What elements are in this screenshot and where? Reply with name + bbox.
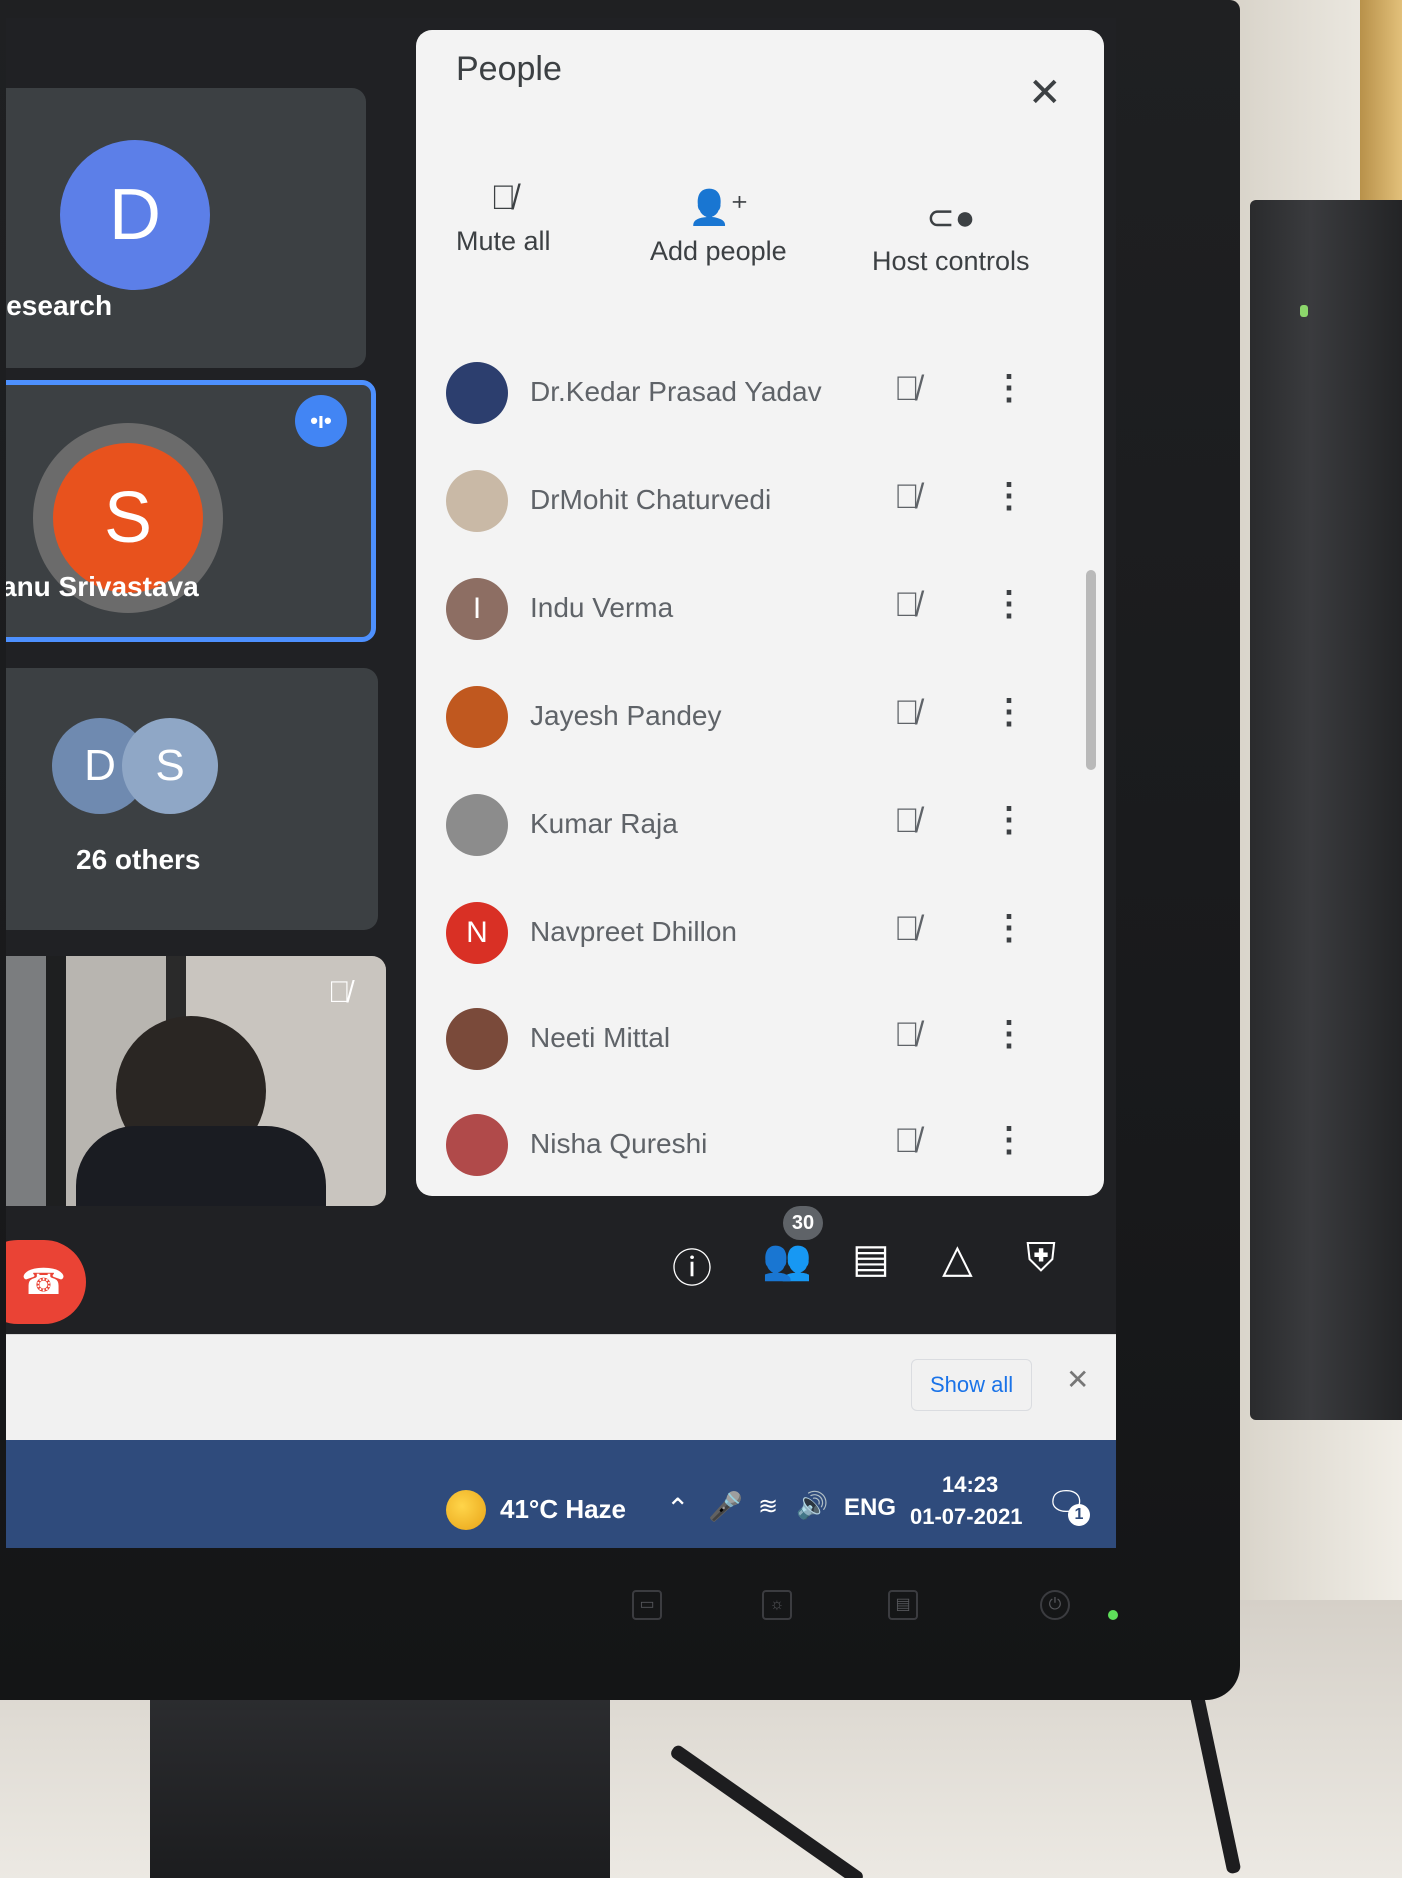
participant-name: Indu Verma bbox=[530, 592, 674, 623]
monitor-screen: D Research S •ı• anu Srivastava D S 26 o… bbox=[6, 18, 1116, 1548]
people-count-badge: 30 bbox=[783, 1206, 823, 1240]
volume-icon[interactable]: 🔊 bbox=[796, 1490, 828, 1521]
monitor-bezel: ▭ ☼ ▤ ⏻ D Research S •ı• anu Srivastava … bbox=[0, 0, 1240, 1700]
mic-off-icon[interactable]: 🎙̸ bbox=[894, 694, 920, 733]
tower-led bbox=[1300, 305, 1308, 317]
participant-tile-others[interactable]: D S 26 others bbox=[6, 668, 378, 930]
avatar: N bbox=[446, 902, 508, 964]
chat-icon[interactable]: ▤ bbox=[852, 1236, 890, 1282]
avatar: D bbox=[60, 140, 210, 290]
monitor-stand bbox=[150, 1700, 610, 1878]
clock-date[interactable]: 01-07-2021 bbox=[910, 1504, 1023, 1530]
more-options-icon[interactable]: ⋮ bbox=[992, 1014, 1026, 1054]
close-icon[interactable]: ✕ bbox=[1066, 1363, 1089, 1396]
avatar bbox=[446, 686, 508, 748]
host-shield-icon[interactable]: ⛨ bbox=[1026, 1236, 1056, 1281]
more-options-icon[interactable]: ⋮ bbox=[992, 1120, 1026, 1160]
participant-name: Navpreet Dhillon bbox=[530, 916, 737, 947]
clock-time[interactable]: 14:23 bbox=[942, 1472, 998, 1498]
participant-row[interactable]: N Navpreet Dhillon 🎙̸ ⋮ bbox=[446, 890, 1046, 970]
avatar bbox=[446, 794, 508, 856]
participant-row[interactable]: I Indu Verma 🎙̸ ⋮ bbox=[446, 566, 1046, 646]
weather-text[interactable]: 41°C Haze bbox=[500, 1494, 626, 1525]
person-add-icon: 👤⁺ bbox=[688, 189, 749, 227]
participant-name: Jayesh Pandey bbox=[530, 700, 722, 731]
participant-name: DrMohit Chaturvedi bbox=[530, 484, 772, 515]
avatar bbox=[446, 1008, 508, 1070]
language-indicator[interactable]: ENG bbox=[844, 1494, 896, 1522]
more-options-icon[interactable]: ⋮ bbox=[992, 692, 1026, 732]
participant-tile-research[interactable]: D Research bbox=[6, 88, 366, 368]
more-options-icon[interactable]: ⋮ bbox=[992, 908, 1026, 948]
computer-tower bbox=[1250, 200, 1402, 1420]
panel-title: People bbox=[456, 50, 562, 88]
microphone-icon[interactable]: 🎤 bbox=[708, 1490, 743, 1523]
tile-name: Research bbox=[6, 290, 113, 321]
windows-taskbar: 41°C Haze ⌃ 🎤 ≋ 🔊 ENG 14:23 01-07-2021 🗨… bbox=[6, 1440, 1116, 1548]
more-options-icon[interactable]: ⋮ bbox=[992, 800, 1026, 840]
toggle-icon: ⊂● bbox=[926, 199, 976, 237]
participant-tile-speaker[interactable]: S •ı• anu Srivastava bbox=[6, 380, 376, 642]
tile-name: anu Srivastava bbox=[6, 571, 199, 602]
participant-row[interactable]: DrMohit Chaturvedi 🎙̸ ⋮ bbox=[446, 458, 1046, 538]
power-button: ⏻ bbox=[1040, 1590, 1070, 1620]
participant-row[interactable]: Dr.Kedar Prasad Yadav 🎙̸ ⋮ bbox=[446, 350, 1046, 430]
participant-name: Dr.Kedar Prasad Yadav bbox=[530, 376, 822, 407]
person-silhouette bbox=[76, 1126, 326, 1206]
avatar bbox=[446, 362, 508, 424]
mic-off-icon[interactable]: 🎙̸ bbox=[894, 910, 920, 949]
participant-row[interactable]: Jayesh Pandey 🎙̸ ⋮ bbox=[446, 674, 1046, 754]
mic-off-icon[interactable]: 🎙̸ bbox=[894, 1122, 920, 1161]
activities-icon[interactable]: △ bbox=[942, 1236, 973, 1282]
mic-off-icon[interactable]: 🎙̸ bbox=[894, 478, 920, 517]
mic-off-icon: 🎙̸ bbox=[328, 976, 351, 1009]
end-call-button[interactable]: ☎ bbox=[6, 1240, 86, 1324]
chevron-up-icon[interactable]: ⌃ bbox=[666, 1492, 689, 1525]
host-controls-button[interactable]: ⊂● Host controls bbox=[872, 190, 1030, 277]
add-people-button[interactable]: 👤⁺ Add people bbox=[650, 180, 787, 267]
mic-off-icon[interactable]: 🎙̸ bbox=[894, 370, 920, 409]
bezel-button: ▤ bbox=[888, 1590, 918, 1620]
avatar bbox=[446, 470, 508, 532]
mic-off-icon[interactable]: 🎙̸ bbox=[894, 802, 920, 841]
close-icon[interactable]: ✕ bbox=[1028, 70, 1062, 116]
mute-all-button[interactable]: 🎙̸ Mute all bbox=[456, 170, 551, 257]
more-options-icon[interactable]: ⋮ bbox=[992, 584, 1026, 624]
avatar bbox=[446, 1114, 508, 1176]
weather-icon[interactable] bbox=[446, 1490, 486, 1530]
mic-off-icon: 🎙̸ bbox=[490, 179, 517, 217]
action-label: Host controls bbox=[872, 246, 1030, 276]
participant-row[interactable]: Nisha Qureshi 🎙̸ ⋮ bbox=[446, 1102, 1046, 1182]
notification-count-badge: 1 bbox=[1068, 1504, 1090, 1526]
action-label: Add people bbox=[650, 236, 787, 266]
participant-name: Neeti Mittal bbox=[530, 1022, 671, 1053]
more-options-icon[interactable]: ⋮ bbox=[992, 368, 1026, 408]
action-label: Mute all bbox=[456, 226, 551, 256]
background-box bbox=[1360, 0, 1402, 200]
people-panel: People ✕ 🎙̸ Mute all 👤⁺ Add people ⊂● Ho… bbox=[416, 30, 1104, 1196]
bezel-button: ☼ bbox=[762, 1590, 792, 1620]
show-all-button[interactable]: Show all bbox=[911, 1359, 1033, 1411]
participant-name: Kumar Raja bbox=[530, 808, 678, 839]
participant-row[interactable]: Neeti Mittal 🎙̸ ⋮ bbox=[446, 996, 1046, 1076]
info-icon[interactable]: ⓘ bbox=[672, 1236, 712, 1294]
mic-off-icon[interactable]: 🎙̸ bbox=[894, 586, 920, 625]
speaking-indicator-icon: •ı• bbox=[295, 395, 347, 447]
people-icon[interactable]: 👥 bbox=[762, 1236, 812, 1283]
participant-name: Nisha Qureshi bbox=[530, 1128, 708, 1159]
more-options-icon[interactable]: ⋮ bbox=[992, 476, 1026, 516]
tile-name: 26 others bbox=[76, 844, 201, 875]
avatar: I bbox=[446, 578, 508, 640]
participant-video-tile[interactable]: 🎙̸ bbox=[6, 956, 386, 1206]
wifi-icon[interactable]: ≋ bbox=[758, 1492, 778, 1521]
bezel-button: ▭ bbox=[632, 1590, 662, 1620]
avatar: S bbox=[122, 718, 218, 814]
mic-off-icon[interactable]: 🎙̸ bbox=[894, 1016, 920, 1055]
power-led bbox=[1108, 1610, 1118, 1620]
participant-row[interactable]: Kumar Raja 🎙̸ ⋮ bbox=[446, 782, 1046, 862]
download-bar: Show all ✕ bbox=[6, 1334, 1116, 1440]
panel-scrollbar[interactable] bbox=[1086, 570, 1096, 770]
